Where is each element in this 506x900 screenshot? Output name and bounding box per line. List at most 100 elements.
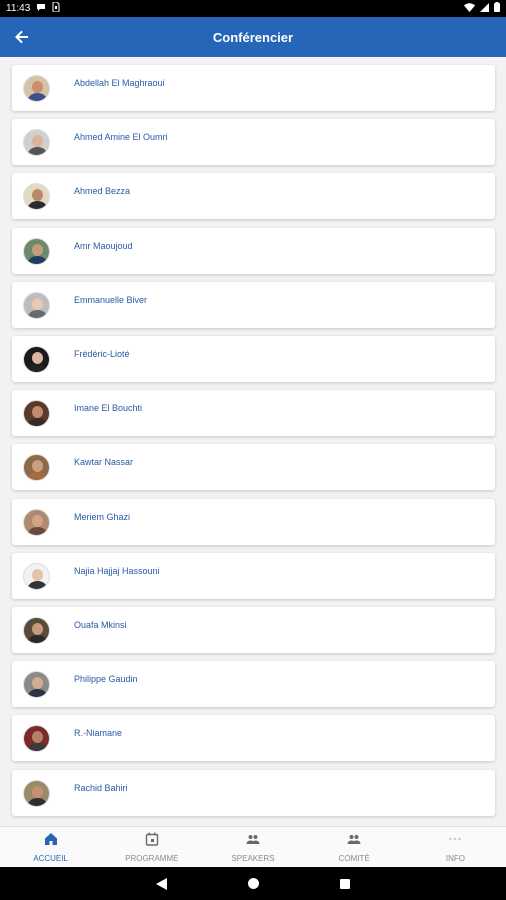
avatar-face <box>32 568 43 581</box>
nav-item-comite[interactable]: COMITÉ <box>304 827 405 867</box>
speaker-name: Imane El Bouchti <box>74 403 143 414</box>
speaker-card[interactable]: Ahmed Bezza <box>12 173 495 220</box>
status-time: 11:43 <box>6 3 31 14</box>
home-icon <box>44 832 58 854</box>
avatar-body <box>27 418 48 427</box>
people-icon <box>246 832 260 854</box>
avatar-face <box>32 785 43 798</box>
speaker-list[interactable]: Abdellah El Maghraoui Ahmed Amine El Oumr… <box>0 57 506 825</box>
avatar-body <box>27 364 48 372</box>
speaker-name: Kawtar Nassar <box>74 457 134 468</box>
avatar-body <box>27 743 48 752</box>
speaker-card[interactable]: Frédéric-Lioté <box>12 336 495 382</box>
avatar-face <box>32 243 43 256</box>
speaker-name: Ahmed Bezza <box>74 186 131 197</box>
nav-label: SPEAKERS <box>231 853 275 863</box>
nav-item-speakers[interactable]: SPEAKERS <box>202 827 303 867</box>
notification-sim-icon <box>52 1 60 15</box>
speaker-avatar <box>23 454 50 482</box>
speaker-avatar <box>23 725 50 753</box>
speaker-avatar <box>23 671 50 699</box>
nav-label: INFO <box>445 853 465 863</box>
triangle-back-icon <box>155 877 167 890</box>
speaker-avatar <box>23 346 50 373</box>
nav-label: PROGRAMME <box>125 853 179 863</box>
avatar-face <box>32 135 43 148</box>
speaker-avatar <box>23 779 50 807</box>
speaker-name: R.-Niamane <box>74 728 123 739</box>
system-recents-button[interactable] <box>338 877 352 891</box>
speaker-avatar <box>23 183 50 211</box>
speaker-avatar <box>23 562 50 590</box>
speaker-name: Abdellah El Maghraoui <box>74 78 165 88</box>
speaker-card[interactable]: Kawtar Nassar <box>12 444 495 491</box>
nav-item-accueil[interactable]: ACCUEIL <box>0 827 101 867</box>
avatar-body <box>27 526 48 535</box>
speaker-card[interactable]: Meriem Ghazi <box>12 498 495 545</box>
wifi-icon <box>464 2 475 15</box>
system-home-button[interactable] <box>246 877 260 891</box>
system-back-button[interactable] <box>154 877 168 891</box>
avatar-face <box>32 406 43 419</box>
avatar-face <box>32 623 43 635</box>
speaker-name: Meriem Ghazi <box>74 511 131 522</box>
avatar-body <box>27 635 48 643</box>
speaker-card[interactable]: Abdellah El Maghraoui <box>12 65 495 111</box>
bottom-navigation: ACCUEIL PROGRAMME SPEAKERS COMITÉ INFO <box>0 826 506 867</box>
system-navigation-bar <box>0 867 506 900</box>
speaker-name: Ouafa Mkinsi <box>74 620 127 630</box>
battery-icon <box>494 2 500 15</box>
arrow-back-icon <box>15 30 28 44</box>
speaker-card[interactable]: R.-Niamane <box>12 715 495 762</box>
speaker-card[interactable]: Amr Maoujoud <box>12 227 495 274</box>
speaker-card[interactable]: Imane El Bouchti <box>12 390 495 437</box>
avatar-body <box>27 472 48 481</box>
speaker-avatar <box>23 129 50 157</box>
speaker-avatar <box>23 237 50 265</box>
speaker-card[interactable]: Ouafa Mkinsi <box>12 607 495 653</box>
avatar-body <box>27 255 48 264</box>
avatar-face <box>32 352 43 364</box>
speaker-name: Najia Hajjaj Hassouni <box>74 565 160 576</box>
avatar-body <box>27 309 48 318</box>
speaker-name: Frédéric-Lioté <box>74 349 130 359</box>
speaker-name: Amr Maoujoud <box>74 240 133 251</box>
back-button[interactable] <box>10 25 34 49</box>
speaker-name: Philippe Gaudin <box>74 674 138 685</box>
nav-label: ACCUEIL <box>33 853 68 863</box>
speaker-avatar <box>23 291 50 319</box>
avatar-face <box>32 460 43 473</box>
avatar-body <box>27 201 48 210</box>
speaker-card[interactable]: Rachid Bahiri <box>12 769 495 816</box>
speaker-card[interactable]: Emmanuelle Biver <box>12 281 495 328</box>
speaker-card[interactable]: Philippe Gaudin <box>12 661 495 708</box>
avatar-body <box>27 580 48 589</box>
avatar-face <box>32 677 43 690</box>
avatar-body <box>27 93 48 101</box>
speaker-name: Emmanuelle Biver <box>74 294 148 305</box>
notification-chat-icon <box>36 3 46 15</box>
square-recents-icon <box>340 878 350 889</box>
speaker-card[interactable]: Najia Hajjaj Hassouni <box>12 552 495 599</box>
speaker-name: Rachid Bahiri <box>74 782 128 793</box>
nav-label: COMITÉ <box>338 853 370 863</box>
speaker-card[interactable]: Ahmed Amine El Oumri <box>12 119 495 166</box>
signal-icon <box>480 2 489 15</box>
page-title: Conférencier <box>212 29 294 45</box>
circle-home-icon <box>247 878 259 889</box>
status-bar: 11:43 <box>0 0 506 17</box>
speaker-avatar <box>23 508 50 536</box>
more-icon <box>448 832 462 854</box>
avatar-body <box>27 689 48 698</box>
avatar-face <box>32 297 43 310</box>
avatar-body <box>27 147 48 156</box>
avatar-face <box>32 731 43 744</box>
speaker-avatar <box>23 75 50 102</box>
nav-item-info[interactable]: INFO <box>405 827 506 867</box>
nav-item-programme[interactable]: PROGRAMME <box>101 827 202 867</box>
avatar-face <box>32 514 43 527</box>
speaker-avatar <box>23 617 50 644</box>
group-icon <box>347 832 361 854</box>
avatar-face <box>32 189 43 202</box>
speaker-avatar <box>23 400 50 428</box>
